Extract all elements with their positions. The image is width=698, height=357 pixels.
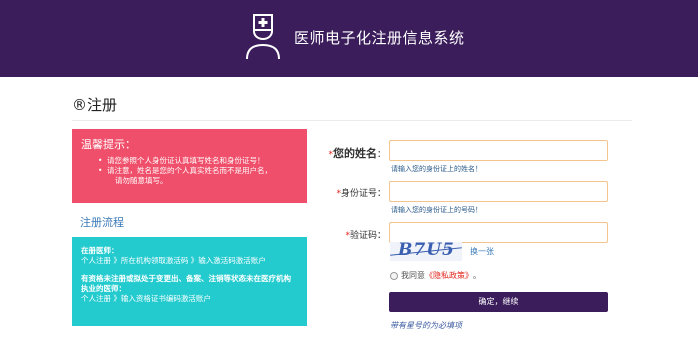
divider — [72, 120, 632, 121]
captcha-label-text: 验证码： — [349, 231, 386, 241]
flow-heading: 在册医师： — [81, 246, 119, 255]
tips-item: 请注意，姓名是您的个人真实姓名而不是用户名， — [81, 166, 298, 176]
captcha-label: *验证码： — [246, 228, 386, 241]
id-number-label-text: 身份证号： — [340, 189, 386, 199]
flow-text: 个人注册 》所在机构领取激活码 》输入激活码激活账户 — [81, 256, 266, 265]
app-header: 医师电子化注册信息系统 — [0, 0, 698, 77]
id-number-input[interactable] — [389, 181, 608, 202]
name-label: *您的姓名： — [246, 145, 386, 161]
name-label-text: 您的姓名 — [332, 147, 377, 160]
refresh-captcha-link[interactable]: 换一张 — [470, 246, 494, 257]
agree-radio[interactable] — [390, 271, 398, 280]
captcha-text: B7U5 — [398, 242, 455, 260]
id-number-hint: 请输入您的身份证上的号码！ — [391, 206, 482, 214]
captcha-input[interactable] — [389, 222, 608, 243]
doctor-icon — [246, 14, 280, 60]
agree-row: 我同意 《隐私政策》 。 — [390, 270, 481, 281]
app-title: 医师电子化注册信息系统 — [294, 29, 465, 47]
registration-flow-link[interactable]: 注册流程 — [80, 214, 124, 230]
required-note: 带有星号的为必填项 — [390, 321, 462, 330]
captcha-image[interactable]: B7U5 — [390, 242, 462, 261]
id-number-label: *身份证号： — [246, 186, 386, 199]
flow-text: 个人注册 》输入资格证书编码激活账户 — [81, 294, 211, 303]
name-hint: 请输入您的身份证上的姓名！ — [391, 165, 482, 173]
agree-text: 我同意 — [401, 271, 425, 280]
name-label-colon: ： — [376, 150, 386, 160]
flow-panel: 在册医师： 个人注册 》所在机构领取激活码 》输入激活码激活账户 有资格未注册或… — [72, 237, 307, 326]
agree-suffix: 。 — [473, 271, 481, 280]
privacy-policy-link[interactable]: 《隐私政策》 — [425, 270, 473, 281]
tips-item: 请勿随意填写。 — [115, 176, 168, 185]
submit-button[interactable]: 确定，继续 — [389, 292, 608, 312]
flow-heading: 有资格未注册或拟处于变更出、备案、注销等状态未在医疗机构执业的医师： — [81, 274, 291, 293]
name-input[interactable] — [389, 140, 608, 161]
page-title: ®注册 — [72, 96, 118, 114]
